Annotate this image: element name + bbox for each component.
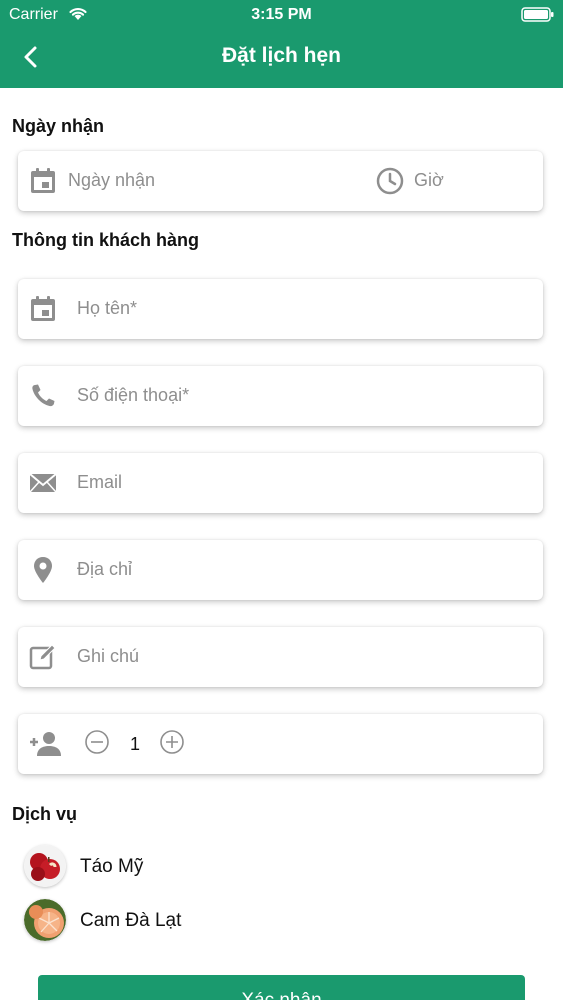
service-item[interactable]: Cam Đà Lạt <box>24 899 424 943</box>
phone-field-card <box>18 366 543 426</box>
phone-input[interactable] <box>77 385 517 406</box>
note-field-card <box>18 627 543 687</box>
email-field-card <box>18 453 543 513</box>
page-title: Đặt lịch hẹn <box>221 44 342 67</box>
minus-circle-icon[interactable] <box>84 729 110 755</box>
battery-icon <box>521 7 554 22</box>
app-screen: Carrier 3:15 PM Đặt lịch hẹn Ngày nhận N… <box>0 0 563 1000</box>
service-label: Táo Mỹ <box>80 856 144 877</box>
edit-note-icon <box>29 644 56 670</box>
service-label: Cam Đà Lạt <box>80 910 182 931</box>
map-pin-icon <box>34 557 52 583</box>
name-input[interactable] <box>77 298 517 319</box>
calendar-icon <box>31 296 55 321</box>
note-input[interactable] <box>77 646 517 667</box>
header: Carrier 3:15 PM Đặt lịch hẹn <box>0 0 563 88</box>
services-section-label: Dịch vụ <box>12 804 78 824</box>
guest-count-card: 1 <box>18 714 543 774</box>
address-input[interactable] <box>77 559 517 580</box>
customer-section-label: Thông tin khách hàng <box>12 230 199 250</box>
address-field-card <box>18 540 543 600</box>
name-field-card <box>18 279 543 339</box>
calendar-icon <box>31 168 55 193</box>
status-bar: Carrier 3:15 PM <box>0 0 563 30</box>
status-time: 3:15 PM <box>251 6 312 23</box>
orange-icon <box>24 899 66 941</box>
receive-datetime-card: Ngày nhận Giờ <box>18 151 543 211</box>
phone-icon <box>32 384 55 407</box>
nav-bar: Đặt lịch hẹn <box>0 30 563 88</box>
service-item[interactable]: Táo Mỹ <box>24 845 424 889</box>
time-input[interactable]: Giờ <box>414 170 524 191</box>
receive-section-label: Ngày nhận <box>12 116 105 136</box>
clock-icon <box>376 167 404 195</box>
orange-thumbnail <box>24 899 66 941</box>
envelope-icon <box>29 473 57 493</box>
date-input[interactable]: Ngày nhận <box>68 170 358 191</box>
email-input[interactable] <box>77 472 517 493</box>
apple-icon <box>24 845 66 887</box>
plus-circle-icon[interactable] <box>159 729 185 755</box>
apple-thumbnail <box>24 845 66 887</box>
confirm-button[interactable]: Xác nhận <box>38 975 525 1000</box>
add-person-icon <box>30 732 61 756</box>
guest-count-value: 1 <box>130 734 141 754</box>
